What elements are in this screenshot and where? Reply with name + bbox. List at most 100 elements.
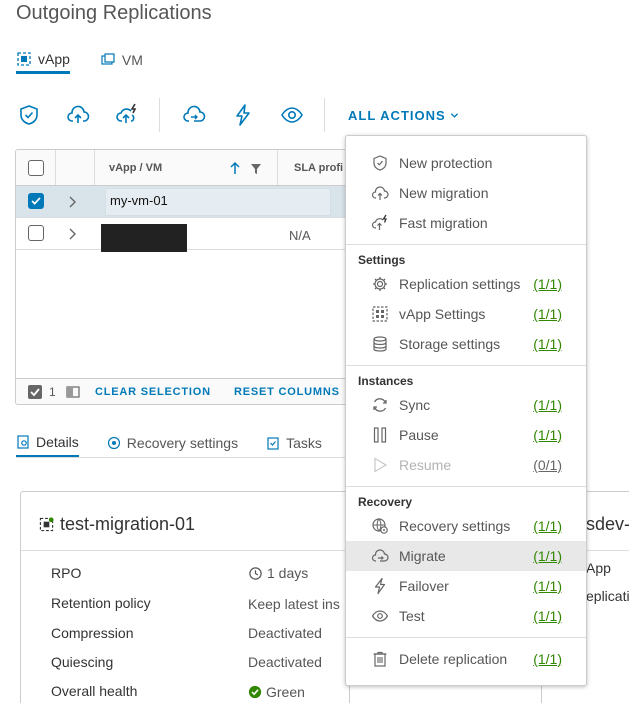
filter-icon[interactable] — [251, 164, 261, 174]
row-name[interactable]: my-vm-01 — [110, 193, 168, 208]
tab-vapp-label: vApp — [38, 50, 70, 67]
menu-item-test[interactable]: Test (1/1) — [346, 601, 586, 631]
menu-count[interactable]: (1/1) — [533, 608, 562, 624]
tab-vapp[interactable]: vApp — [16, 46, 70, 74]
tab-recovery-settings[interactable]: Recovery settings — [107, 428, 238, 458]
tab-vm[interactable]: VM — [100, 46, 143, 74]
pause-icon — [371, 426, 389, 444]
column-header-sla[interactable]: SLA profi — [294, 162, 343, 174]
menu-item-pause[interactable]: Pause (1/1) — [346, 420, 586, 450]
menu-item-new-migration[interactable]: New migration — [346, 178, 586, 208]
failover-button[interactable] — [228, 100, 258, 130]
row-checkbox[interactable] — [28, 193, 44, 209]
rpo-value: 1 days — [267, 565, 309, 581]
row-checkbox[interactable] — [28, 225, 44, 241]
checkmark-icon — [30, 388, 40, 397]
menu-count[interactable]: (1/1) — [533, 306, 562, 322]
test-button[interactable] — [277, 100, 307, 130]
menu-section-recovery: Recovery — [358, 495, 413, 509]
card2-title: sdev- — [586, 514, 629, 534]
bolt-icon — [371, 577, 389, 595]
cloud-bolt-icon — [371, 214, 389, 232]
menu-item-resume: Resume (0/1) — [346, 450, 586, 480]
details-icon — [17, 434, 29, 449]
prop-value-retention: Keep latest ins — [248, 596, 340, 612]
menu-divider — [346, 637, 586, 638]
menu-item-replication-settings[interactable]: Replication settings (1/1) — [346, 269, 586, 299]
trash-icon — [371, 650, 389, 668]
tab-tasks[interactable]: Tasks — [266, 428, 322, 458]
new-migration-button[interactable] — [63, 100, 93, 130]
column-divider — [277, 150, 278, 185]
menu-count[interactable]: (1/1) — [533, 427, 562, 443]
database-icon — [371, 335, 389, 353]
menu-label: Failover — [399, 578, 449, 594]
tab-details-label: Details — [36, 433, 79, 450]
new-protection-button[interactable] — [14, 100, 44, 130]
toolbar-divider — [159, 98, 160, 132]
toolbar: ALL ACTIONS — [14, 98, 459, 132]
prop-value-health: Green — [248, 684, 305, 700]
prop-value-compression: Deactivated — [248, 625, 322, 641]
menu-label: Pause — [399, 427, 439, 443]
cloud-upload-icon — [67, 105, 90, 123]
menu-label: Fast migration — [399, 215, 488, 231]
menu-count[interactable]: (1/1) — [533, 548, 562, 564]
menu-item-fast-migration[interactable]: Fast migration — [346, 208, 586, 238]
table-row[interactable]: my-vm-01 — [16, 186, 374, 218]
datagrid-header: vApp / VM SLA profi — [16, 150, 374, 186]
menu-item-new-protection[interactable]: New protection — [346, 148, 586, 178]
menu-item-sync[interactable]: Sync (1/1) — [346, 390, 586, 420]
gear-globe-icon — [107, 436, 120, 450]
expand-chevron-icon[interactable] — [68, 228, 76, 240]
menu-item-failover[interactable]: Failover (1/1) — [346, 571, 586, 601]
menu-item-vapp-settings[interactable]: vApp Settings (1/1) — [346, 299, 586, 329]
menu-item-recovery-settings[interactable]: Recovery settings (1/1) — [346, 511, 586, 541]
column-toggle-icon[interactable] — [66, 385, 80, 399]
menu-count[interactable]: (1/1) — [533, 276, 562, 292]
table-row[interactable]: N/A — [16, 218, 374, 252]
column-header-vapp-vm[interactable]: vApp / VM — [109, 162, 162, 174]
detail-tabs: Details Recovery settings Tasks — [16, 428, 322, 458]
prop-value-rpo: 1 days — [248, 565, 308, 581]
vapp-icon — [16, 51, 32, 67]
row-sla: N/A — [289, 228, 311, 243]
menu-count[interactable]: (1/1) — [533, 518, 562, 534]
eye-icon — [281, 107, 303, 123]
menu-count[interactable]: (1/1) — [533, 651, 562, 667]
expand-chevron-icon[interactable] — [68, 196, 76, 208]
eye-icon — [371, 607, 389, 625]
column-divider — [94, 150, 95, 185]
vm-icon — [100, 52, 116, 68]
menu-label: Delete replication — [399, 651, 508, 667]
menu-count[interactable]: (1/1) — [533, 578, 562, 594]
all-actions-dropdown[interactable]: ALL ACTIONS — [348, 108, 459, 123]
fast-migration-button[interactable] — [112, 100, 142, 130]
menu-item-storage-settings[interactable]: Storage settings (1/1) — [346, 329, 586, 359]
clear-selection-link[interactable]: CLEAR SELECTION — [95, 386, 211, 398]
menu-item-migrate[interactable]: Migrate (1/1) — [346, 541, 586, 571]
menu-label: Recovery settings — [399, 518, 511, 534]
select-all-checkbox[interactable] — [28, 160, 44, 176]
redacted-name — [101, 224, 187, 252]
reset-columns-link[interactable]: RESET COLUMNS — [234, 386, 340, 398]
menu-section-instances: Instances — [358, 374, 414, 388]
selection-checkbox[interactable] — [28, 385, 42, 399]
replication-detail-card: test-migration-01 RPO 1 days Retention p… — [20, 491, 350, 703]
card2-line2: eplicati — [586, 588, 629, 604]
menu-label: Resume — [399, 457, 452, 473]
toolbar-divider — [324, 98, 325, 132]
sort-ascending-icon[interactable] — [229, 161, 241, 175]
vapp-icon — [39, 517, 54, 532]
menu-count[interactable]: (1/1) — [533, 336, 562, 352]
card2-line1: App — [586, 560, 611, 576]
menu-count[interactable]: (1/1) — [533, 397, 562, 413]
tab-tasks-label: Tasks — [286, 435, 322, 451]
tab-details[interactable]: Details — [16, 428, 79, 458]
menu-item-delete-replication[interactable]: Delete replication (1/1) — [346, 644, 586, 674]
sync-button[interactable] — [179, 100, 209, 130]
shield-check-icon — [371, 154, 389, 172]
cloud-bolt-icon — [116, 103, 137, 123]
replications-datagrid: vApp / VM SLA profi my-vm-01 N/A 1 CLEAR… — [15, 149, 375, 405]
menu-label: Test — [399, 608, 425, 624]
